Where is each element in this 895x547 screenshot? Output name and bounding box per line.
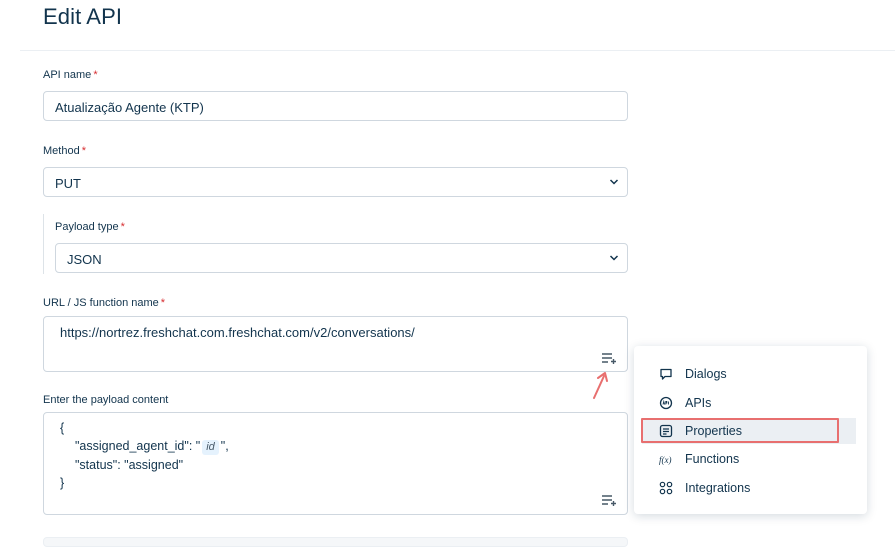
payload-type-select[interactable]: JSON [55,243,628,273]
annotation-arrow-icon [593,372,608,399]
required-marker: * [120,221,125,233]
api-name-label: API name * [43,69,98,81]
url-input[interactable]: https://nortrez.freshchat.com.freshchat.… [43,316,628,372]
method-label-text: Method [43,145,80,157]
menu-item-label: Integrations [685,481,751,495]
required-marker: * [93,69,98,81]
chat-bubble-icon [660,368,672,380]
menu-item-functions[interactable]: f(x) Functions [642,446,856,472]
required-marker: * [160,297,166,309]
code-line: "assigned_agent_id": " id ", [75,439,229,455]
api-name-label-text: API name [43,69,92,81]
api-icon [659,396,673,410]
method-label: Method * [43,145,86,157]
menu-item-label: APIs [685,396,712,410]
api-name-input[interactable]: Atualização Agente (KTP) [43,91,628,121]
title-divider [20,50,895,51]
placeholder-chip[interactable]: id [202,440,219,455]
next-section-edge [43,537,628,547]
menu-item-apis[interactable]: APIs [642,390,856,416]
payload-type-label: Payload type * [55,221,125,233]
payload-content-label-text: Enter the payload content [43,394,169,406]
code-key: "assigned_agent_id": " [75,439,201,453]
menu-item-label: Dialogs [685,367,727,381]
insert-placeholder-icon[interactable] [601,352,617,364]
integrations-icon [659,481,673,495]
chevron-down-icon [609,255,619,261]
menu-item-integrations[interactable]: Integrations [642,475,856,501]
function-icon: f(x) [659,455,672,465]
payload-type-group-line [43,214,44,274]
code-end: ", [220,439,229,453]
menu-item-label: Functions [685,452,740,466]
menu-item-dialogs[interactable]: Dialogs [642,361,856,387]
code-line: "status": "assigned" [75,458,184,472]
url-value: https://nortrez.freshchat.com.freshchat.… [60,325,415,340]
payload-content-editor[interactable]: { "assigned_agent_id": " id ", "status": "… [43,412,628,515]
svg-text:f(x): f(x) [659,455,672,465]
method-value: PUT [55,176,81,191]
url-label-text: URL / JS function name [43,297,159,309]
highlight-annotation [641,418,839,443]
url-label: URL / JS function name * [43,297,165,309]
payload-type-label-text: Payload type [55,221,119,233]
api-name-value: Atualização Agente (KTP) [55,100,204,115]
required-marker: * [81,145,86,157]
insert-placeholder-icon[interactable] [601,494,617,506]
chevron-down-icon [609,179,619,185]
payload-content-label: Enter the payload content [43,394,168,406]
code-line: { [60,421,65,435]
method-select[interactable]: PUT [43,167,628,197]
payload-type-value: JSON [67,252,102,267]
page-title: Edit API [43,4,123,29]
code-line: } [60,476,65,490]
